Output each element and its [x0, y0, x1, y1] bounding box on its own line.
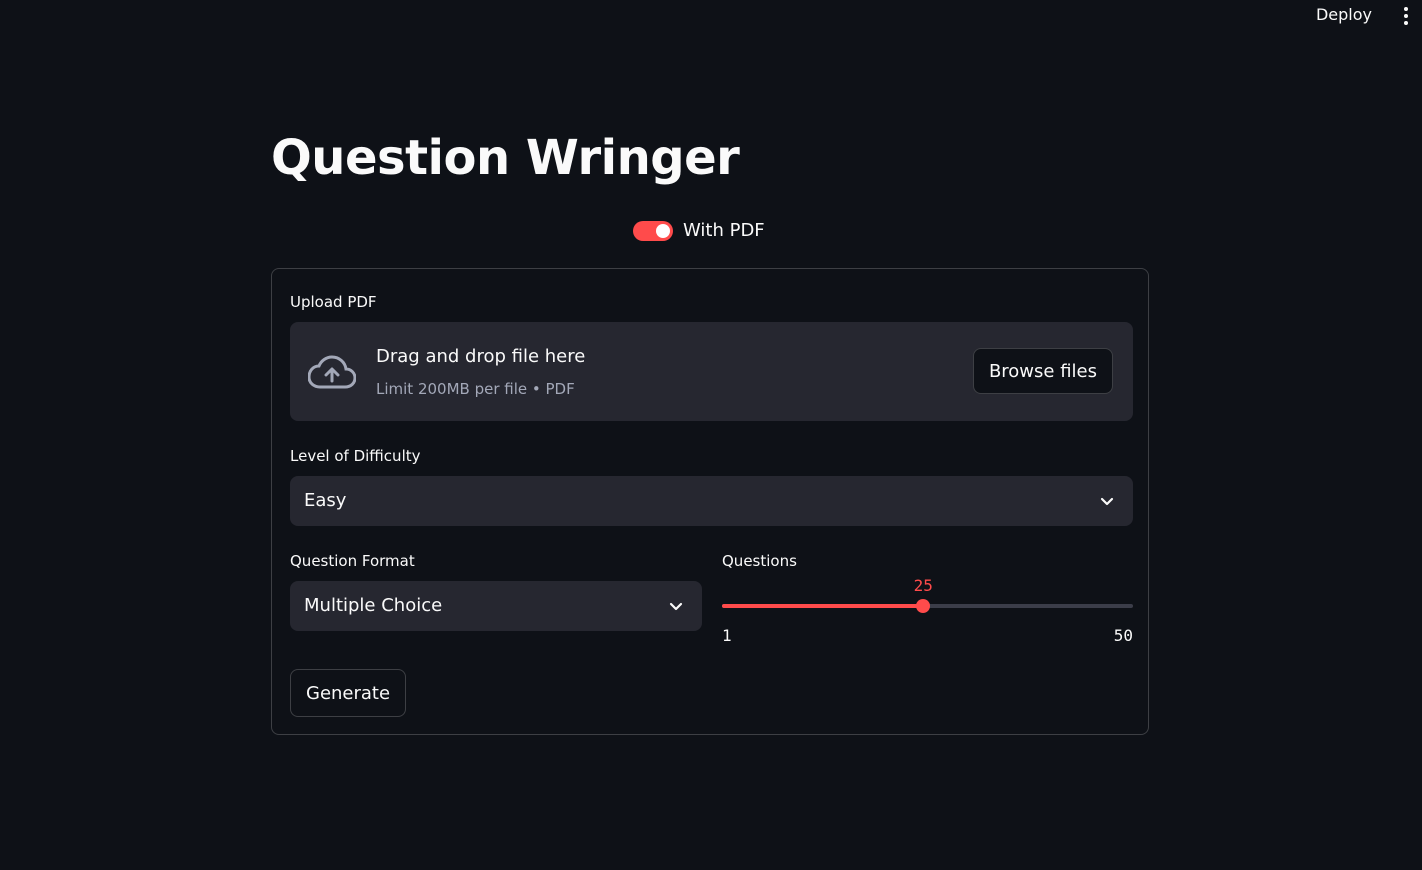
dropzone-title: Drag and drop file here: [376, 346, 586, 367]
cloud-upload-icon: [308, 355, 356, 389]
dropzone-limit-text: Limit 200MB per file • PDF: [376, 380, 575, 398]
menu-dot: [1404, 14, 1408, 18]
difficulty-label: Level of Difficulty: [290, 447, 421, 465]
slider-min-label: 1: [722, 626, 732, 645]
with-pdf-toggle[interactable]: [633, 220, 673, 241]
upload-pdf-label: Upload PDF: [290, 293, 377, 311]
page-title: Question Wringer: [271, 130, 740, 186]
chevron-down-icon: [669, 602, 683, 611]
toggle-knob: [656, 223, 670, 238]
browse-files-button[interactable]: Browse files: [972, 348, 1113, 394]
slider-current-value: 25: [913, 576, 933, 595]
generate-button[interactable]: Generate: [290, 669, 407, 717]
slider-max-label: 50: [1113, 626, 1133, 645]
slider-track-fill: [722, 604, 924, 608]
with-pdf-label: With PDF: [683, 220, 765, 241]
questions-slider[interactable]: 25 1 50: [722, 576, 1133, 645]
difficulty-value: Easy: [304, 490, 347, 511]
slider-thumb[interactable]: [916, 599, 931, 613]
question-format-value: Multiple Choice: [304, 595, 443, 616]
difficulty-select[interactable]: Easy: [290, 476, 1133, 526]
deploy-button[interactable]: Deploy: [1316, 5, 1372, 24]
menu-dot: [1404, 21, 1408, 25]
vertical-dots-icon[interactable]: [1398, 6, 1414, 26]
with-pdf-toggle-row: With PDF: [633, 220, 765, 241]
generation-form: Upload PDF Drag and drop file here Limit…: [271, 268, 1149, 735]
top-bar: Deploy: [0, 0, 1422, 32]
questions-label: Questions: [722, 552, 797, 570]
chevron-down-icon: [1100, 497, 1114, 506]
question-format-label: Question Format: [290, 552, 415, 570]
question-format-select[interactable]: Multiple Choice: [290, 581, 702, 631]
file-dropzone[interactable]: Drag and drop file here Limit 200MB per …: [290, 322, 1133, 421]
menu-dot: [1404, 7, 1408, 11]
